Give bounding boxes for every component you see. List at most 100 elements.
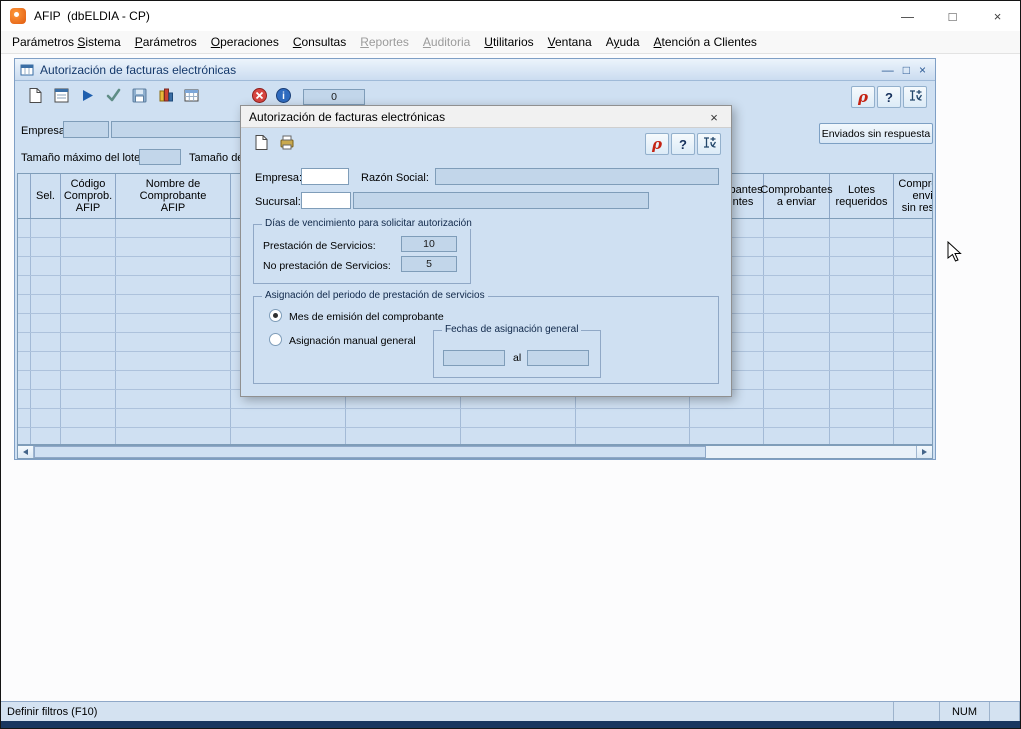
status-panel — [990, 702, 1020, 721]
form-icon — [53, 87, 70, 107]
dialog-help-button[interactable]: ? — [671, 133, 695, 155]
hotkeys-button[interactable] — [903, 86, 927, 108]
table-cell — [31, 428, 61, 445]
table-cell — [764, 295, 830, 313]
table-row[interactable] — [18, 428, 932, 445]
radio-mes-label: Mes de emisión del comprobante — [289, 311, 444, 323]
table-cell — [31, 257, 61, 275]
table-cell — [894, 409, 933, 427]
window-title: AFIP (dbELDIA - CP) — [34, 9, 150, 23]
menu-item-ayuda[interactable]: Ayuda — [599, 32, 647, 52]
bottom-strip — [1, 721, 1020, 728]
child-close-button[interactable]: × — [919, 63, 926, 77]
save-icon — [131, 87, 148, 107]
grid-column-header: Sel. — [31, 174, 61, 218]
table-cell — [116, 371, 231, 389]
table-cell — [61, 428, 116, 445]
table-cell — [18, 371, 31, 389]
exit-button[interactable]: ρ — [851, 86, 875, 108]
table-cell — [61, 390, 116, 408]
table-cell — [764, 409, 830, 427]
menu-item-utilitarios[interactable]: Utilitarios — [477, 32, 540, 52]
table-cell — [830, 219, 894, 237]
child-maximize-button[interactable]: □ — [903, 63, 910, 77]
table-cell — [31, 295, 61, 313]
confirm-button[interactable] — [101, 85, 125, 109]
properties-button[interactable] — [49, 85, 73, 109]
dialog-print-button[interactable] — [275, 132, 299, 156]
scroll-left-button[interactable] — [18, 446, 34, 458]
menu-item-atencion-a-clientes[interactable]: Atención a Clientes — [647, 32, 764, 52]
help-icon: ? — [679, 137, 687, 152]
table-cell — [830, 257, 894, 275]
menu-item-parametros-sistema[interactable]: Parámetros Sistema — [5, 32, 128, 52]
dialog-hotkeys-button[interactable] — [697, 133, 721, 155]
table-cell — [830, 238, 894, 256]
table-row[interactable] — [18, 409, 932, 428]
new-button[interactable] — [23, 85, 47, 109]
scrollbar-track[interactable] — [34, 446, 916, 458]
table-cell — [18, 390, 31, 408]
table-cell — [764, 219, 830, 237]
table-cell — [31, 219, 61, 237]
table-cell — [346, 428, 461, 445]
grid-column-header: Comprobantes a enviar — [764, 174, 830, 218]
exit-icon: ρ — [652, 137, 662, 152]
play-icon — [79, 87, 96, 107]
help-icon: ? — [885, 90, 893, 105]
minimize-button[interactable]: — — [885, 1, 930, 31]
table-cell — [830, 371, 894, 389]
table-cell — [830, 276, 894, 294]
table-cell — [116, 390, 231, 408]
dialog-new-button[interactable] — [249, 132, 273, 156]
scrollbar-thumb[interactable] — [34, 446, 706, 458]
maximize-button[interactable]: □ — [930, 1, 975, 31]
dialog-empresa-label: Empresa: — [255, 172, 302, 184]
table-cell — [764, 390, 830, 408]
asignacion-group-title: Asignación del periodo de prestación de … — [262, 290, 488, 301]
dialog-exit-button[interactable]: ρ — [645, 133, 669, 155]
right-arrow-icon — [922, 449, 927, 455]
horizontal-scrollbar[interactable] — [17, 445, 933, 459]
save-button[interactable] — [127, 85, 151, 109]
table-cell — [116, 295, 231, 313]
dialog-close-button[interactable]: × — [700, 108, 728, 126]
help-button[interactable]: ? — [877, 86, 901, 108]
close-button[interactable]: × — [975, 1, 1020, 31]
fechas-group-title: Fechas de asignación general — [442, 324, 581, 335]
menu-item-parametros[interactable]: Parámetros — [128, 32, 204, 52]
table-cell — [830, 409, 894, 427]
status-panel — [894, 702, 940, 721]
razon-social-label: Razón Social: — [361, 172, 429, 184]
scroll-right-button[interactable] — [916, 446, 932, 458]
hotkeys-icon — [907, 87, 924, 107]
app-window: AFIP (dbELDIA - CP) — □ × Parámetros Sis… — [0, 0, 1021, 729]
menu-item-ventana[interactable]: Ventana — [541, 32, 599, 52]
table-cell — [18, 238, 31, 256]
table-cell — [576, 428, 690, 445]
menu-item-consultas[interactable]: Consultas — [286, 32, 353, 52]
child-window-icon — [20, 63, 34, 77]
dialog-title-bar[interactable]: Autorización de facturas electrónicas × — [241, 106, 731, 128]
table-cell — [61, 314, 116, 332]
tamano-lote-label: Tamaño máximo del lote: — [21, 152, 143, 164]
table-cell — [764, 238, 830, 256]
enviados-sin-respuesta-button[interactable]: Enviados sin respuesta — [819, 123, 933, 144]
batch-button[interactable] — [153, 85, 177, 109]
child-minimize-button[interactable]: — — [882, 63, 894, 77]
dialog-empresa-field[interactable] — [301, 168, 349, 185]
title-bar[interactable]: AFIP (dbELDIA - CP) — □ × — [1, 1, 1020, 31]
grid-view-button[interactable] — [179, 85, 203, 109]
exit-icon: ρ — [858, 90, 868, 105]
left-arrow-icon — [23, 449, 28, 455]
sucursal-name-field — [353, 192, 649, 209]
sucursal-label: Sucursal: — [255, 196, 301, 208]
child-title-bar[interactable]: Autorización de facturas electrónicas — … — [15, 59, 935, 81]
table-cell — [116, 333, 231, 351]
table-cell — [116, 257, 231, 275]
menu-item-operaciones[interactable]: Operaciones — [204, 32, 286, 52]
grid-column-header: Nombre de Comprobante AFIP — [116, 174, 231, 218]
run-button[interactable] — [75, 85, 99, 109]
status-message: Definir filtros (F10) — [1, 702, 894, 721]
sucursal-field[interactable] — [301, 192, 351, 209]
